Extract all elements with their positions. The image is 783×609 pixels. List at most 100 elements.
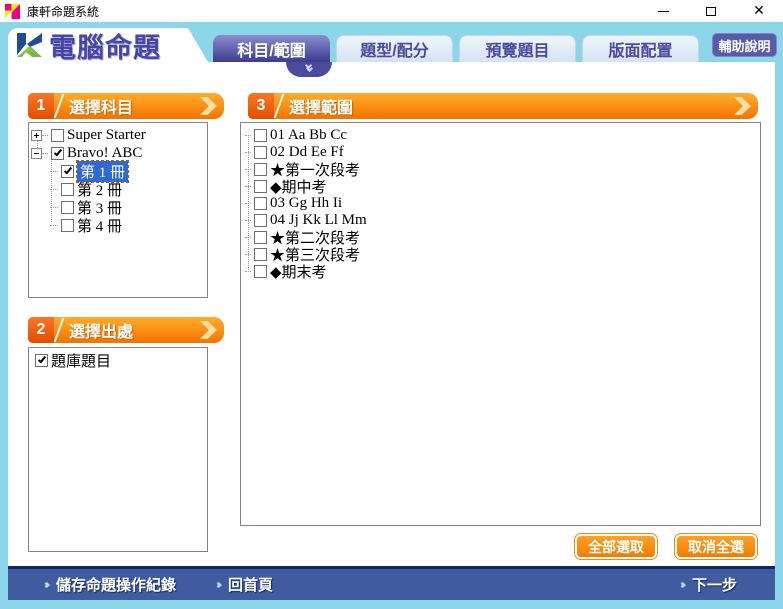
tree-stub bbox=[245, 271, 251, 272]
logo-plate: 電腦命題 bbox=[8, 28, 208, 62]
tree-stub bbox=[245, 169, 251, 170]
tree-stub bbox=[245, 203, 251, 204]
chevron-right-icon bbox=[200, 97, 217, 115]
chevron-right-icon bbox=[200, 321, 217, 339]
step2-title: 選擇出處 bbox=[69, 324, 134, 341]
tab-subject-range[interactable]: 科目/範圍 bbox=[213, 35, 330, 62]
step1-number: 1 bbox=[28, 93, 54, 119]
check-icon bbox=[37, 354, 47, 363]
step3-banner: 3 選擇範圍 bbox=[248, 93, 758, 119]
double-arrow-icon bbox=[679, 581, 686, 588]
range-actions: 全部選取 取消全選 bbox=[240, 534, 761, 559]
checkbox[interactable] bbox=[254, 146, 267, 159]
collapse-icon[interactable] bbox=[31, 147, 42, 159]
double-arrow-icon bbox=[43, 581, 50, 588]
minimize-button[interactable] bbox=[639, 0, 687, 22]
tree-row: Super Starter bbox=[31, 126, 205, 144]
tree-row: 第 4 冊 bbox=[31, 215, 205, 236]
checkbox[interactable] bbox=[254, 197, 267, 210]
list-item: ◆期末考 bbox=[245, 261, 756, 282]
checkbox[interactable] bbox=[254, 265, 267, 278]
range-item-label[interactable]: 03 Gg Hh Ii bbox=[270, 195, 342, 212]
subject-tree: Super Starter Bravo! ABC 第 1 冊 第 2 冊 第 3… bbox=[28, 122, 208, 298]
range-list: 01 Aa Bb Cc 02 Dd Ee Ff ★第一次段考 ◆期中考 03 G… bbox=[240, 122, 761, 526]
tree-row: Bravo! ABC bbox=[31, 144, 205, 162]
checkbox[interactable] bbox=[61, 182, 74, 196]
close-button[interactable]: ✕ bbox=[735, 0, 783, 22]
chevron-right-icon bbox=[734, 97, 751, 115]
save-record-label: 儲存命題操作紀錄 bbox=[56, 577, 177, 594]
list-item: 03 Gg Hh Ii bbox=[245, 195, 756, 212]
checkbox[interactable] bbox=[254, 163, 267, 176]
tree-stub bbox=[50, 224, 58, 226]
minimize-icon bbox=[657, 10, 669, 12]
k-logo-icon bbox=[16, 32, 43, 59]
tree-item-label[interactable]: Super Starter bbox=[67, 127, 146, 144]
save-record-link[interactable]: 儲存命題操作紀錄 bbox=[43, 574, 177, 595]
banner-slash bbox=[53, 318, 65, 342]
app-icon bbox=[5, 3, 20, 19]
tree-stub bbox=[245, 186, 251, 187]
range-item-label[interactable]: ◆期末考 bbox=[270, 261, 327, 282]
next-step-link[interactable]: 下一步 bbox=[679, 574, 737, 595]
source-item-label[interactable]: 題庫題目 bbox=[51, 350, 111, 371]
close-icon: ✕ bbox=[753, 3, 765, 19]
step1-title: 選擇科目 bbox=[69, 100, 134, 117]
maximize-icon bbox=[706, 6, 716, 16]
select-all-button[interactable]: 全部選取 bbox=[575, 534, 657, 559]
checkbox[interactable] bbox=[254, 180, 267, 193]
step3-title: 選擇範圍 bbox=[289, 100, 354, 117]
list-item: ◆期中考 bbox=[245, 176, 756, 197]
window-title: 康軒命題系統 bbox=[27, 4, 100, 19]
tree-stub bbox=[245, 152, 251, 153]
next-step-label: 下一步 bbox=[691, 577, 737, 594]
checkbox[interactable] bbox=[51, 128, 64, 142]
app-window: 康軒命題系統 ✕ 電腦命題 科目/範圍 題型/配分 預覽題目 版面配置 輔助說明… bbox=[0, 0, 783, 609]
tab-layout[interactable]: 版面配置 bbox=[582, 35, 699, 62]
tree-item-label[interactable]: Bravo! ABC bbox=[67, 145, 142, 162]
check-icon bbox=[63, 165, 73, 174]
tree-stub bbox=[245, 237, 251, 238]
checkbox[interactable] bbox=[61, 164, 74, 178]
maximize-button[interactable] bbox=[687, 0, 735, 22]
tree-stub bbox=[50, 188, 58, 190]
home-link[interactable]: 回首頁 bbox=[215, 574, 274, 595]
tab-question-type[interactable]: 題型/配分 bbox=[336, 35, 453, 62]
checkbox[interactable] bbox=[254, 248, 267, 261]
tree-stub bbox=[42, 152, 48, 154]
source-list: 題庫題目 bbox=[28, 347, 208, 552]
double-arrow-icon bbox=[215, 581, 222, 588]
expand-icon[interactable] bbox=[31, 129, 42, 141]
tree-stub bbox=[50, 206, 58, 208]
checkbox[interactable] bbox=[61, 218, 74, 232]
step3-number: 3 bbox=[248, 93, 274, 119]
tree-row: 第 2 冊 bbox=[31, 180, 205, 199]
checkbox[interactable] bbox=[51, 146, 64, 160]
footer-bar: 儲存命題操作紀錄 回首頁 下一步 bbox=[8, 566, 775, 600]
tree-item-label[interactable]: 第 4 冊 bbox=[77, 215, 122, 236]
list-item: 01 Aa Bb Cc bbox=[245, 127, 756, 144]
range-item-label[interactable]: ◆期中考 bbox=[270, 176, 327, 197]
tab-bar: 科目/範圍 題型/配分 預覽題目 版面配置 bbox=[213, 35, 699, 62]
tab-preview[interactable]: 預覽題目 bbox=[459, 35, 576, 62]
app-logo-title: 電腦命題 bbox=[49, 32, 161, 63]
range-item-label[interactable]: 01 Aa Bb Cc bbox=[270, 127, 347, 144]
tree-stub bbox=[50, 170, 58, 172]
help-button[interactable]: 輔助說明 bbox=[712, 33, 777, 57]
checkbox[interactable] bbox=[61, 200, 74, 214]
checkbox[interactable] bbox=[254, 231, 267, 244]
check-icon bbox=[53, 147, 63, 156]
banner-slash bbox=[53, 94, 65, 118]
checkbox[interactable] bbox=[254, 214, 267, 227]
checkbox[interactable] bbox=[254, 129, 267, 142]
step2-number: 2 bbox=[28, 317, 54, 343]
step1-banner: 1 選擇科目 bbox=[28, 93, 224, 119]
banner-slash bbox=[273, 94, 285, 118]
home-label: 回首頁 bbox=[228, 577, 274, 594]
checkbox[interactable] bbox=[35, 353, 48, 367]
tree-stub bbox=[42, 134, 48, 136]
tree-stub bbox=[245, 254, 251, 255]
tree-stub bbox=[245, 135, 251, 136]
tree-row: 第 1 冊 bbox=[31, 159, 205, 183]
deselect-all-button[interactable]: 取消全選 bbox=[675, 534, 757, 559]
